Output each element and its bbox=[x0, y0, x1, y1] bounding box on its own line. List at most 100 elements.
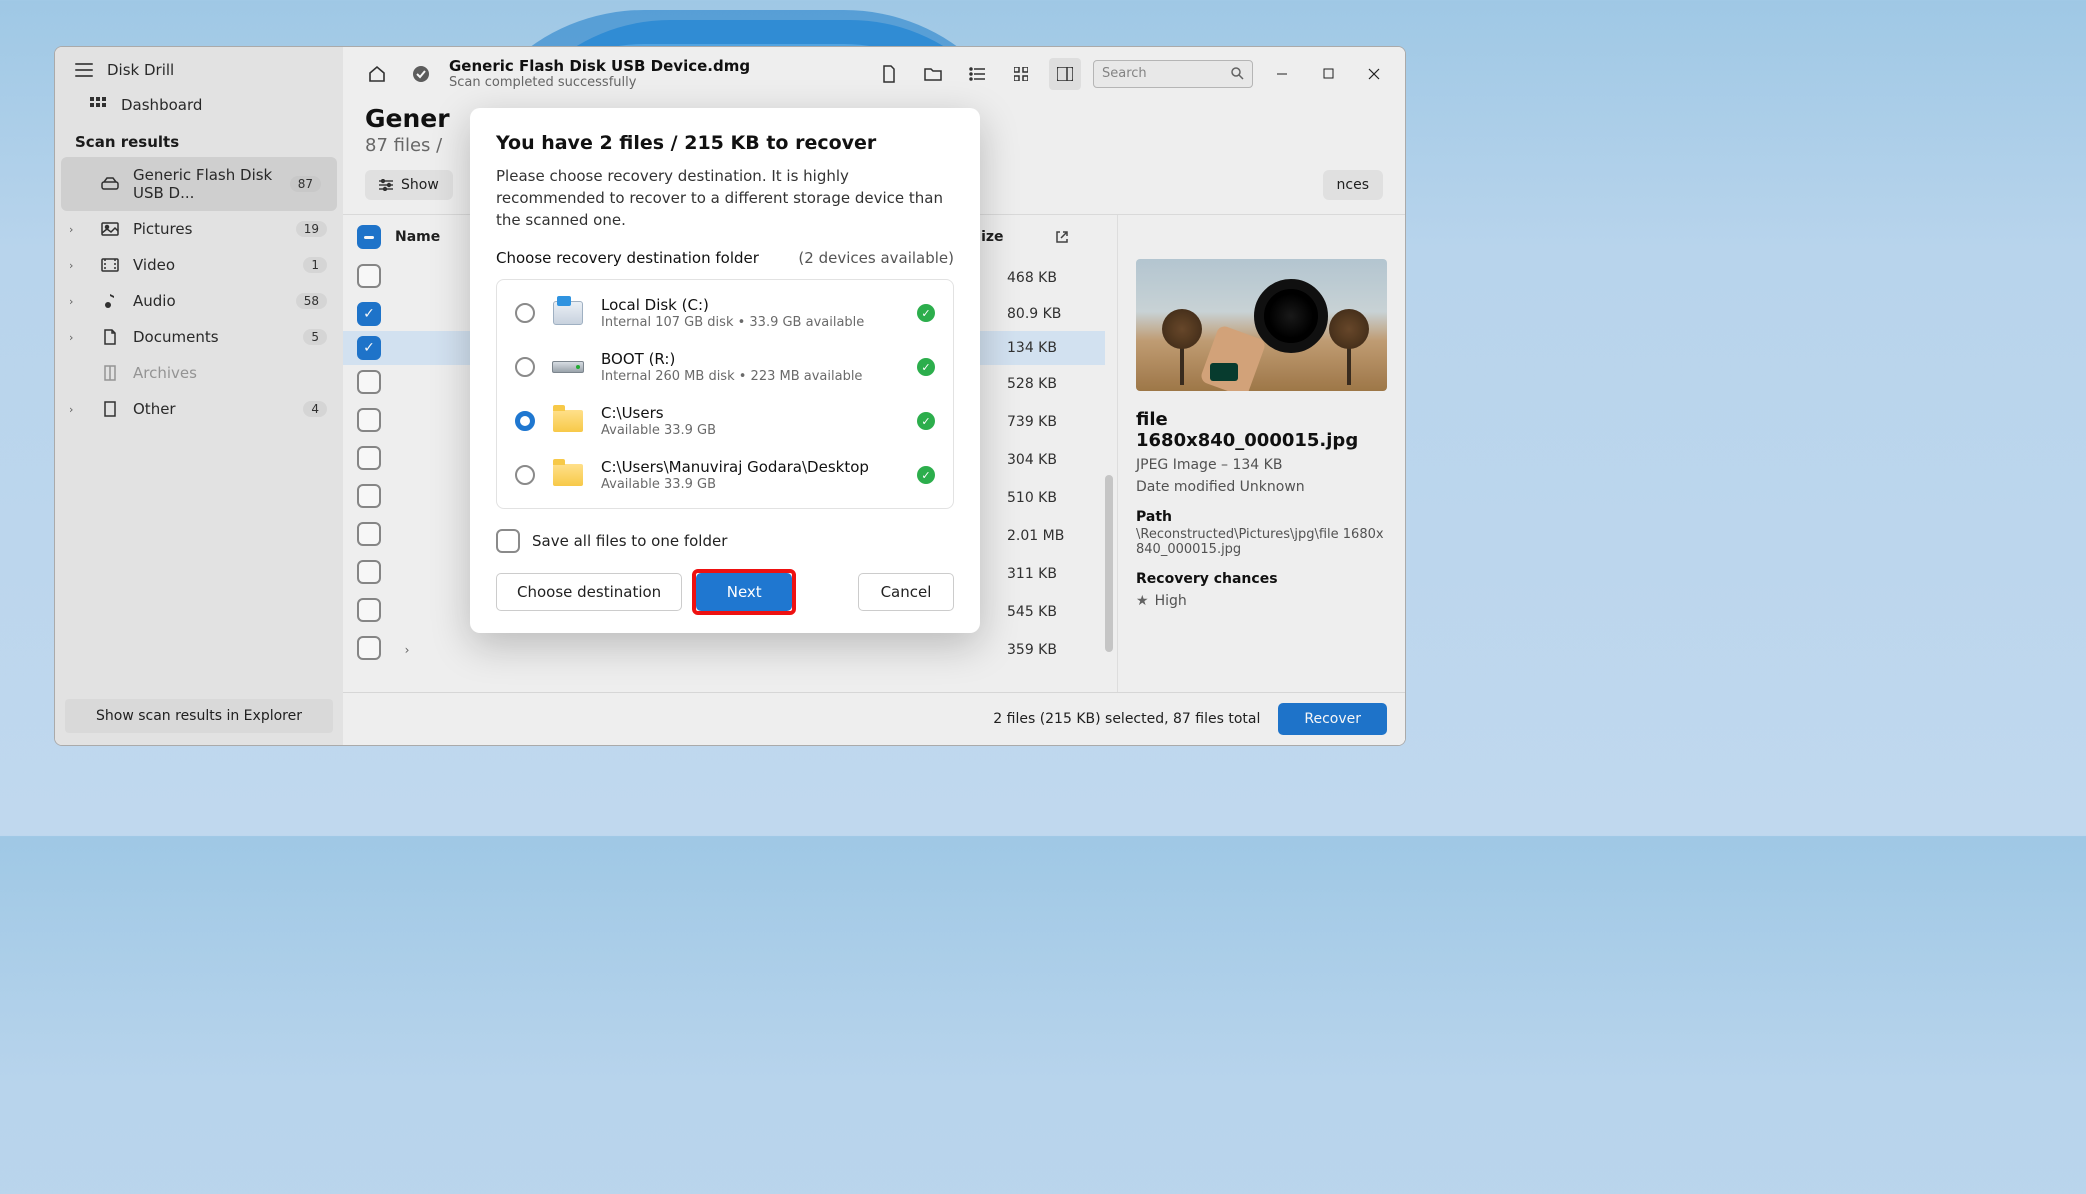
destination-radio[interactable] bbox=[515, 411, 535, 431]
count-badge: 1 bbox=[303, 257, 327, 273]
disk-icon bbox=[101, 175, 119, 193]
sidebar-item-other[interactable]: › Other 4 bbox=[55, 391, 343, 427]
sidebar-item-label: Documents bbox=[133, 328, 219, 346]
open-external-icon[interactable] bbox=[1055, 230, 1091, 244]
row-checkbox[interactable] bbox=[357, 560, 381, 584]
show-in-explorer-button[interactable]: Show scan results in Explorer bbox=[65, 699, 333, 733]
scrollbar[interactable] bbox=[1105, 475, 1113, 652]
row-checkbox[interactable] bbox=[357, 598, 381, 622]
filter-show[interactable]: Show bbox=[365, 170, 453, 200]
chevron-right-icon: › bbox=[69, 331, 73, 344]
sidebar-item-label: Pictures bbox=[133, 220, 192, 238]
filter-label: nces bbox=[1337, 177, 1369, 193]
home-icon[interactable] bbox=[361, 58, 393, 90]
destination-option[interactable]: BOOT (R:)Internal 260 MB disk • 223 MB a… bbox=[497, 340, 953, 394]
grid-view-icon[interactable] bbox=[1005, 58, 1037, 90]
menu-icon[interactable] bbox=[75, 63, 93, 77]
row-size: 528 KB bbox=[1007, 376, 1091, 392]
detail-type: JPEG Image – 134 KB bbox=[1136, 457, 1387, 473]
destination-sub: Internal 107 GB disk • 33.9 GB available bbox=[601, 315, 901, 330]
maximize-button[interactable] bbox=[1311, 60, 1345, 88]
other-icon bbox=[101, 400, 119, 418]
cancel-button[interactable]: Cancel bbox=[858, 573, 954, 611]
search-input[interactable]: Search bbox=[1093, 60, 1253, 88]
selection-status: 2 files (215 KB) selected, 87 files tota… bbox=[993, 711, 1260, 727]
row-size: 359 KB bbox=[1007, 642, 1091, 658]
detail-recovery-label: Recovery chances bbox=[1136, 571, 1387, 587]
sidebar-item-video[interactable]: › Video 1 bbox=[55, 247, 343, 283]
sidebar-item-audio[interactable]: › Audio 58 bbox=[55, 283, 343, 319]
select-all-checkbox[interactable] bbox=[357, 225, 381, 249]
sidebar-section-scan-results: Scan results bbox=[55, 123, 343, 157]
chevron-right-icon: › bbox=[69, 259, 73, 272]
count-badge: 5 bbox=[303, 329, 327, 345]
folder-icon bbox=[551, 408, 585, 434]
destination-option[interactable]: C:\Users\Manuviraj Godara\DesktopAvailab… bbox=[497, 448, 953, 502]
save-one-folder-checkbox[interactable] bbox=[496, 529, 520, 553]
sidebar-item-dashboard[interactable]: Dashboard bbox=[55, 87, 343, 123]
destination-sub: Available 33.9 GB bbox=[601, 477, 901, 492]
file-icon[interactable] bbox=[873, 58, 905, 90]
archives-icon bbox=[101, 364, 119, 382]
sidebar-item-archives[interactable]: Archives bbox=[55, 355, 343, 391]
close-button[interactable] bbox=[1357, 60, 1391, 88]
recover-button[interactable]: Recover bbox=[1278, 703, 1387, 735]
row-size: 468 KB bbox=[1007, 270, 1091, 286]
pictures-icon bbox=[101, 220, 119, 238]
row-checkbox[interactable] bbox=[357, 408, 381, 432]
toolbar-subtitle: Scan completed successfully bbox=[449, 75, 750, 90]
row-size: 510 KB bbox=[1007, 490, 1091, 506]
detail-modified: Date modified Unknown bbox=[1136, 479, 1387, 495]
row-checkbox[interactable] bbox=[357, 522, 381, 546]
destination-list: Local Disk (C:)Internal 107 GB disk • 33… bbox=[496, 279, 954, 509]
sidebar-item-documents[interactable]: › Documents 5 bbox=[55, 319, 343, 355]
choose-destination-button[interactable]: Choose destination bbox=[496, 573, 682, 611]
column-size[interactable]: Size bbox=[971, 229, 1055, 245]
destination-radio[interactable] bbox=[515, 303, 535, 323]
destination-radio[interactable] bbox=[515, 465, 535, 485]
row-size: 739 KB bbox=[1007, 414, 1091, 430]
video-icon bbox=[101, 256, 119, 274]
destination-name: C:\Users\Manuviraj Godara\Desktop bbox=[601, 458, 901, 476]
folder-icon[interactable] bbox=[917, 58, 949, 90]
filter-chances[interactable]: nces bbox=[1323, 170, 1383, 200]
row-checkbox[interactable] bbox=[357, 336, 381, 360]
chevron-right-icon: › bbox=[69, 223, 73, 236]
panel-toggle-icon[interactable] bbox=[1049, 58, 1081, 90]
detail-path-label: Path bbox=[1136, 509, 1387, 525]
row-checkbox[interactable] bbox=[357, 264, 381, 288]
dialog-choose-label: Choose recovery destination folder bbox=[496, 249, 759, 267]
next-button[interactable]: Next bbox=[696, 573, 792, 611]
count-badge: 4 bbox=[303, 401, 327, 417]
check-ok-icon: ✓ bbox=[917, 304, 935, 322]
row-checkbox[interactable] bbox=[357, 302, 381, 326]
sidebar-item-label: Video bbox=[133, 256, 175, 274]
destination-name: BOOT (R:) bbox=[601, 350, 901, 368]
documents-icon bbox=[101, 328, 119, 346]
row-checkbox[interactable] bbox=[357, 484, 381, 508]
footer: 2 files (215 KB) selected, 87 files tota… bbox=[343, 692, 1405, 745]
detail-path-value: \Reconstructed\Pictures\jpg\file 1680x84… bbox=[1136, 527, 1387, 557]
drive-r-icon bbox=[551, 354, 585, 380]
row-checkbox[interactable] bbox=[357, 446, 381, 470]
table-row[interactable]: › 359 KB bbox=[343, 631, 1105, 669]
list-view-icon[interactable] bbox=[961, 58, 993, 90]
sidebar-item-label: Audio bbox=[133, 292, 176, 310]
row-checkbox[interactable] bbox=[357, 370, 381, 394]
audio-icon bbox=[101, 292, 119, 310]
expand-icon[interactable]: › bbox=[395, 643, 419, 657]
minimize-button[interactable] bbox=[1265, 60, 1299, 88]
destination-radio[interactable] bbox=[515, 357, 535, 377]
count-badge: 58 bbox=[296, 293, 327, 309]
dialog-devices-count: (2 devices available) bbox=[798, 249, 954, 267]
sidebar-item-disk[interactable]: Generic Flash Disk USB D... 87 bbox=[61, 157, 337, 211]
folder-icon bbox=[551, 462, 585, 488]
sidebar-item-pictures[interactable]: › Pictures 19 bbox=[55, 211, 343, 247]
count-badge: 19 bbox=[296, 221, 327, 237]
destination-option[interactable]: C:\UsersAvailable 33.9 GB✓ bbox=[497, 394, 953, 448]
destination-option[interactable]: Local Disk (C:)Internal 107 GB disk • 33… bbox=[497, 286, 953, 340]
row-checkbox[interactable] bbox=[357, 636, 381, 660]
details-pane: file 1680x840_000015.jpg JPEG Image – 13… bbox=[1117, 215, 1405, 692]
filter-label: Show bbox=[401, 177, 439, 193]
chevron-right-icon: › bbox=[69, 403, 73, 416]
